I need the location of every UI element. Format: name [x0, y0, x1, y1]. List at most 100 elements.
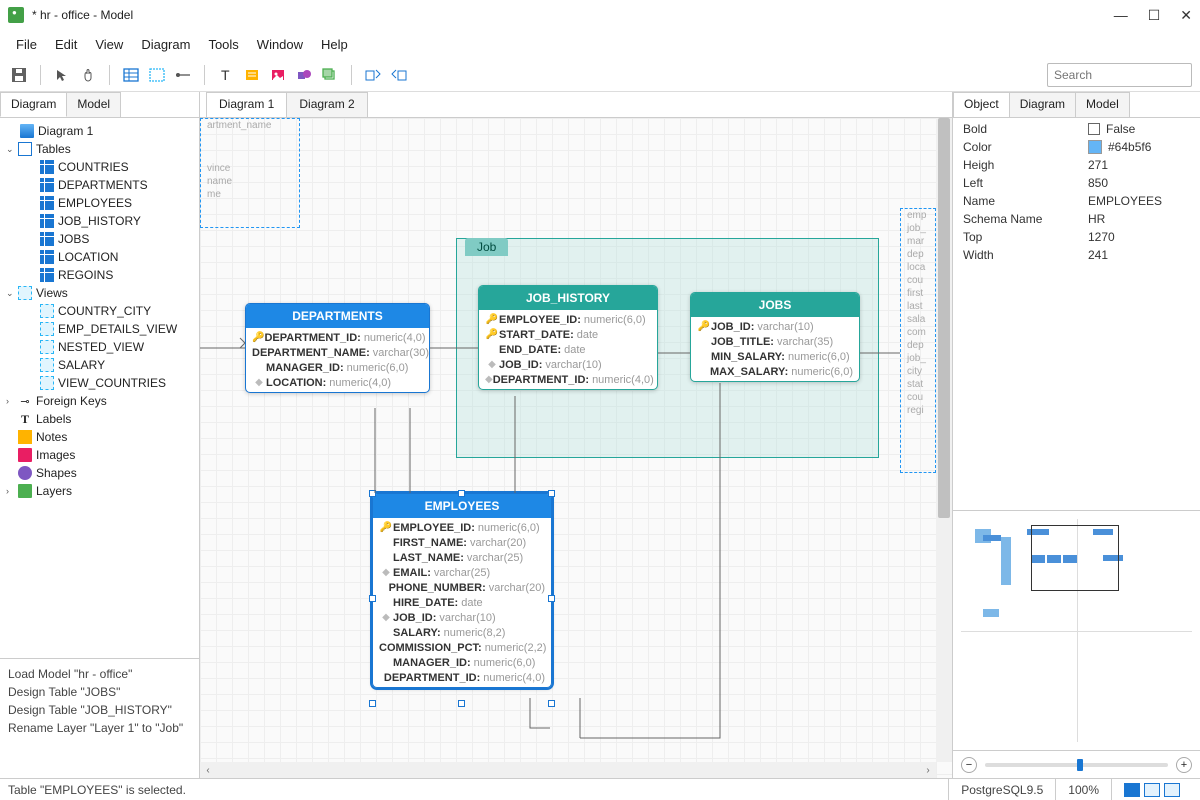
zoom-out-icon[interactable]: −	[961, 757, 977, 773]
view-icon[interactable]	[146, 64, 168, 86]
column-row[interactable]: MANAGER_ID: numeric(6,0)	[246, 360, 429, 375]
column-row[interactable]: ◆JOB_ID: varchar(10)	[373, 610, 551, 625]
zoom-slider[interactable]	[985, 763, 1168, 767]
tab-model[interactable]: Model	[66, 92, 121, 117]
tree-table-item: REGOINS	[0, 266, 199, 284]
column-row[interactable]: FIRST_NAME: varchar(20)	[373, 535, 551, 550]
column-row[interactable]: 🔑DEPARTMENT_ID: numeric(4,0)	[246, 330, 429, 345]
history-item[interactable]: Design Table "JOBS"	[8, 683, 191, 701]
export-icon[interactable]	[388, 64, 410, 86]
resize-handle[interactable]	[369, 490, 376, 497]
column-type: numeric(6,0)	[788, 351, 850, 363]
overview[interactable]	[953, 510, 1200, 750]
slider-knob[interactable]	[1077, 759, 1083, 771]
minimize-icon[interactable]: —	[1114, 7, 1128, 24]
entity-departments[interactable]: DEPARTMENTS 🔑DEPARTMENT_ID: numeric(4,0)…	[245, 303, 430, 393]
relation-icon[interactable]	[172, 64, 194, 86]
resize-handle[interactable]	[369, 700, 376, 707]
zoom-in-icon[interactable]: +	[1176, 757, 1192, 773]
column-type: numeric(2,2)	[485, 642, 547, 654]
scroll-thumb[interactable]	[938, 118, 950, 518]
column-row[interactable]: MAX_SALARY: numeric(6,0)	[691, 364, 859, 379]
column-row[interactable]: COMMISSION_PCT: numeric(2,2)	[373, 640, 551, 655]
entity-jobs[interactable]: JOBS 🔑JOB_ID: varchar(10)JOB_TITLE: varc…	[690, 292, 860, 382]
entity-employees[interactable]: EMPLOYEES 🔑EMPLOYEE_ID: numeric(6,0)FIRS…	[372, 493, 552, 688]
chevron-down-icon[interactable]: ⌄	[6, 288, 18, 299]
chevron-right-icon[interactable]: ›	[6, 396, 18, 406]
save-icon[interactable]	[8, 64, 30, 86]
shape-icon[interactable]	[293, 64, 315, 86]
history-item[interactable]: Rename Layer "Layer 1" to "Job"	[8, 719, 191, 737]
resize-handle[interactable]	[548, 700, 555, 707]
column-row[interactable]: HIRE_DATE: date	[373, 595, 551, 610]
chevron-right-icon[interactable]: ›	[6, 486, 18, 496]
column-row[interactable]: LAST_NAME: varchar(25)	[373, 550, 551, 565]
column-row[interactable]: ◆EMAIL: varchar(25)	[373, 565, 551, 580]
history-item[interactable]: Load Model "hr - office"	[8, 665, 191, 683]
column-row[interactable]: DEPARTMENT_NAME: varchar(30)	[246, 345, 429, 360]
layout-icon[interactable]	[1144, 783, 1160, 797]
column-row[interactable]: ◆LOCATION: numeric(4,0)	[246, 375, 429, 390]
scroll-left-icon[interactable]: ‹	[200, 765, 216, 776]
scrollbar-vertical[interactable]	[936, 118, 952, 762]
tab-diagram[interactable]: Diagram	[0, 92, 67, 117]
note-icon[interactable]	[241, 64, 263, 86]
column-row[interactable]: ◆DEPARTMENT_ID: numeric(4,0)	[479, 372, 657, 387]
pointer-icon[interactable]	[51, 64, 73, 86]
history-item[interactable]: Design Table "JOB_HISTORY"	[8, 701, 191, 719]
scrollbar-horizontal[interactable]: ‹ ›	[200, 762, 936, 778]
column-row[interactable]: 🔑START_DATE: date	[479, 327, 657, 342]
layout-icon[interactable]	[1164, 783, 1180, 797]
tab-diagram2[interactable]: Diagram 2	[286, 92, 367, 117]
layout-icon[interactable]	[1124, 783, 1140, 797]
tab-diagram1[interactable]: Diagram 1	[206, 92, 287, 117]
chevron-down-icon[interactable]: ⌄	[6, 144, 18, 155]
resize-handle[interactable]	[548, 595, 555, 602]
text-icon[interactable]: T	[215, 64, 237, 86]
menu-diagram[interactable]: Diagram	[133, 33, 198, 56]
search-box[interactable]	[1047, 63, 1192, 87]
column-type: varchar(30)	[373, 347, 429, 359]
column-row[interactable]: SALARY: numeric(8,2)	[373, 625, 551, 640]
tree[interactable]: Diagram 1 ⌄Tables COUNTRIES DEPARTMENTS …	[0, 118, 199, 658]
menu-edit[interactable]: Edit	[47, 33, 85, 56]
column-row[interactable]: ◆JOB_ID: varchar(10)	[479, 357, 657, 372]
layer-icon[interactable]	[319, 64, 341, 86]
close-icon[interactable]: ✕	[1180, 7, 1192, 24]
menu-view[interactable]: View	[87, 33, 131, 56]
canvas[interactable]: artment_name vince name me Job DEPARTMEN…	[200, 118, 952, 778]
resize-handle[interactable]	[548, 490, 555, 497]
maximize-icon[interactable]: ☐	[1148, 7, 1161, 24]
column-row[interactable]: MANAGER_ID: numeric(6,0)	[373, 655, 551, 670]
tab-object[interactable]: Object	[953, 92, 1010, 117]
menu-file[interactable]: File	[8, 33, 45, 56]
table-icon[interactable]	[120, 64, 142, 86]
column-row[interactable]: 🔑EMPLOYEE_ID: numeric(6,0)	[479, 312, 657, 327]
ghost-entity[interactable]: artment_name vince name me	[200, 118, 300, 228]
tree-view-item: EMP_DETAILS_VIEW	[0, 320, 199, 338]
menu-help[interactable]: Help	[313, 33, 356, 56]
menu-window[interactable]: Window	[249, 33, 311, 56]
titlebar: * hr - office - Model — ☐ ✕	[0, 0, 1200, 30]
menu-tools[interactable]: Tools	[200, 33, 246, 56]
scroll-right-icon[interactable]: ›	[920, 765, 936, 776]
tab-model-props[interactable]: Model	[1075, 92, 1130, 117]
ghost-entity[interactable]: emp job_ mar dep loca cou first last sal…	[900, 208, 936, 473]
column-row[interactable]: END_DATE: date	[479, 342, 657, 357]
entity-jobhistory[interactable]: JOB_HISTORY 🔑EMPLOYEE_ID: numeric(6,0)🔑S…	[478, 285, 658, 390]
search-input[interactable]	[1054, 68, 1200, 82]
resize-handle[interactable]	[458, 490, 465, 497]
image-icon[interactable]	[267, 64, 289, 86]
column-row[interactable]: MIN_SALARY: numeric(6,0)	[691, 349, 859, 364]
hand-icon[interactable]	[77, 64, 99, 86]
resize-handle[interactable]	[369, 595, 376, 602]
column-row[interactable]: DEPARTMENT_ID: numeric(4,0)	[373, 670, 551, 685]
tab-diagram-props[interactable]: Diagram	[1009, 92, 1076, 117]
import-icon[interactable]	[362, 64, 384, 86]
overview-viewport[interactable]	[1031, 525, 1119, 591]
column-row[interactable]: PHONE_NUMBER: varchar(20)	[373, 580, 551, 595]
column-row[interactable]: 🔑EMPLOYEE_ID: numeric(6,0)	[373, 520, 551, 535]
column-row[interactable]: 🔑JOB_ID: varchar(10)	[691, 319, 859, 334]
column-row[interactable]: JOB_TITLE: varchar(35)	[691, 334, 859, 349]
resize-handle[interactable]	[458, 700, 465, 707]
